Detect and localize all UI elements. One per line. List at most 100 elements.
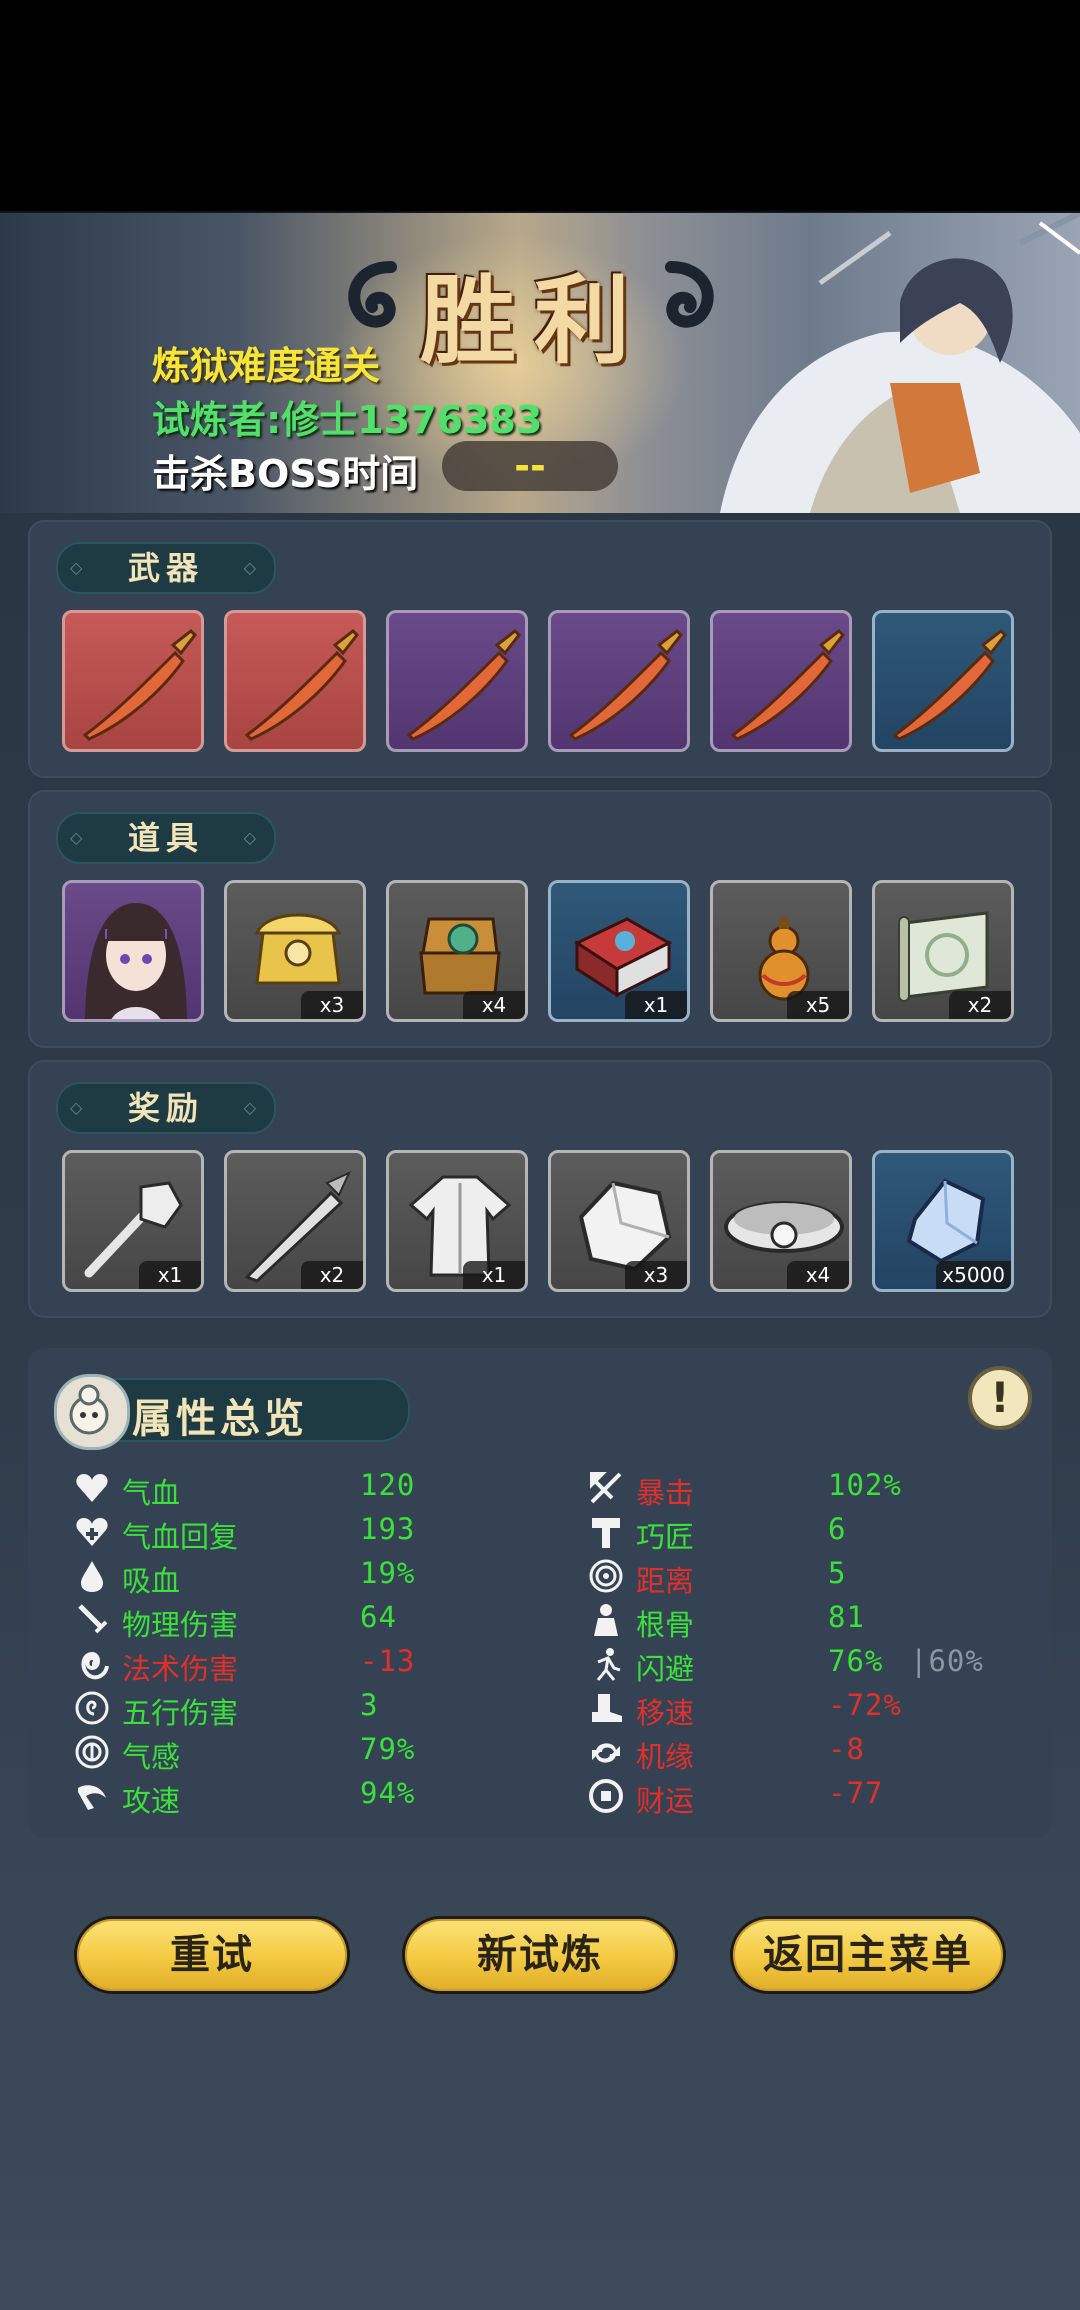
stat-name: 攻速 [122,1784,181,1818]
new-trial-button[interactable]: 新试炼 [402,1916,678,1994]
rewards-panel: 奖励 x1 x2 x1 x3 x4 [28,1060,1052,1318]
stat-name: 暴击 [636,1476,695,1510]
crit-icon [590,1472,622,1504]
stat-name: 物理伤害 [122,1608,239,1642]
stat-value: 94% [360,1776,416,1810]
stat-row: 物理伤害 64 [74,1598,534,1642]
stat-row: 根骨 81 [588,1598,1028,1642]
challenger-text: 试炼者:修士1376383 [152,398,543,442]
stat-value: 81 [828,1600,865,1634]
weapon-slot-4[interactable] [548,610,690,752]
stat-value: -13 [360,1644,416,1678]
prop-quantity: x1 [625,991,687,1019]
prop-slot-2[interactable]: x3 [224,880,366,1022]
cloud-spirit-icon [54,1374,130,1450]
reward-quantity: x1 [139,1261,201,1289]
spiral-icon [81,1651,109,1680]
stat-row: 机缘 -8 [588,1730,1028,1774]
main-menu-button[interactable]: 返回主菜单 [730,1916,1006,1994]
stat-row: 攻速 94% [74,1774,534,1818]
stat-value: 76% [828,1644,884,1678]
reward-slot-2[interactable]: x2 [224,1150,366,1292]
retry-button[interactable]: 重试 [74,1916,350,1994]
victory-banner: 胜利 炼狱难度通关 试炼者:修士1376383 击杀BOSS时间 -- [0,213,1080,513]
stat-value: 79% [360,1732,416,1766]
stat-row: 闪避 76% |60% [588,1642,1028,1686]
stat-value: 19% [360,1556,416,1590]
attribute-overview-panel: 属性总览 ! 气血 120 气血回复 193 吸血 19% 物理伤害 64 法术… [28,1348,1052,1838]
prop-slot-5[interactable]: x5 [710,880,852,1022]
stat-name: 移速 [636,1696,695,1730]
weapon-slot-3[interactable] [386,610,528,752]
stat-name: 距离 [636,1564,695,1598]
reward-quantity: x3 [625,1261,687,1289]
character-artwork [720,213,1080,513]
stat-row: 移速 -72% [588,1686,1028,1730]
prop-slot-3[interactable]: x4 [386,880,528,1022]
heart-regen-icon [76,1518,108,1546]
companion-portrait [85,903,187,1019]
stat-value: -8 [828,1732,865,1766]
prop-quantity: x4 [463,991,525,1019]
stat-name: 气血回复 [122,1520,239,1554]
stat-value: -77 [828,1776,884,1810]
reward-quantity: x2 [301,1261,363,1289]
reward-quantity: x4 [787,1261,849,1289]
rewards-label: 奖励 [56,1082,276,1134]
stat-row: 吸血 19% [74,1554,534,1598]
range-icon [589,1559,623,1593]
stat-name: 闪避 [636,1652,695,1686]
stat-value: 5 [828,1556,847,1590]
stat-value: 6 [828,1512,847,1546]
boss-time-value: -- [442,441,618,491]
swirl-icon [75,1691,109,1725]
prop-slot-1[interactable] [62,880,204,1022]
blood-drop-icon [81,1561,103,1592]
sense-icon [75,1735,109,1769]
reward-slot-5[interactable]: x4 [710,1150,852,1292]
reward-slot-6[interactable]: x5000 [872,1150,1014,1292]
boot-icon [592,1694,622,1722]
stat-value: -72% [828,1688,902,1722]
prop-slot-6[interactable]: x2 [872,880,1014,1022]
sword-icon [892,629,1007,741]
attack-speed-icon [78,1785,106,1810]
weapon-slot-1[interactable] [62,610,204,752]
heart-icon [76,1474,108,1502]
stat-value: 3 [360,1688,379,1722]
stat-row: 气血回复 193 [74,1510,534,1554]
prop-quantity: x3 [301,991,363,1019]
dodge-icon [596,1648,621,1681]
stat-value: 102% [828,1468,902,1502]
stat-name: 巧匠 [636,1520,695,1554]
props-panel: 道具 x3 x4 x1 [28,790,1052,1048]
attribute-title: 属性总览 [132,1396,308,1442]
reward-quantity: x1 [463,1261,525,1289]
sword-icon [406,629,521,741]
reward-slot-3[interactable]: x1 [386,1150,528,1292]
weapon-slot-2[interactable] [224,610,366,752]
sword-icon [82,629,197,741]
weapon-slot-5[interactable] [710,610,852,752]
stat-row: 五行伤害 3 [74,1686,534,1730]
props-label: 道具 [56,812,276,864]
stat-row: 巧匠 6 [588,1510,1028,1554]
prop-slot-4[interactable]: x1 [548,880,690,1022]
stat-name: 五行伤害 [122,1696,239,1730]
stat-row: 法术伤害 -13 [74,1642,534,1686]
reward-slot-4[interactable]: x3 [548,1150,690,1292]
craft-icon [592,1518,620,1548]
weapons-label: 武器 [56,542,276,594]
reward-slot-1[interactable]: x1 [62,1150,204,1292]
weapons-panel: 武器 [28,520,1052,778]
stat-value: 120 [360,1468,416,1502]
info-button[interactable]: ! [968,1366,1032,1430]
stat-row: 财运 -77 [588,1774,1028,1818]
luck-icon [592,1743,620,1763]
root-icon [594,1604,618,1636]
dodge-cap-value: |60% [910,1644,984,1678]
stat-name: 根骨 [636,1608,695,1642]
stat-value: 64 [360,1600,397,1634]
weapon-slot-6[interactable] [872,610,1014,752]
sword-icon [730,629,845,741]
